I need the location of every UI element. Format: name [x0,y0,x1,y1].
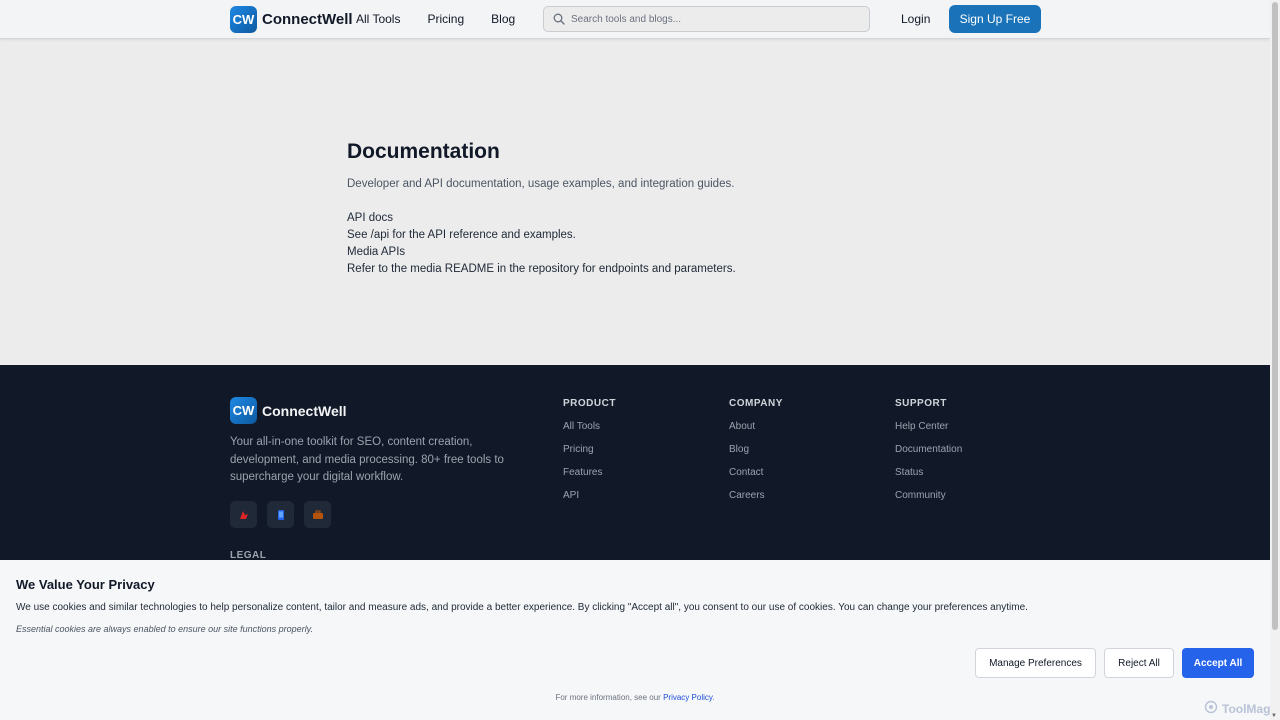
footer-col-support: SUPPORT Help Center Documentation Status… [895,398,962,513]
cookie-more-suffix: . [712,693,715,702]
cookie-body: We use cookies and similar technologies … [16,602,1028,613]
manage-preferences-button[interactable]: Manage Preferences [975,648,1096,678]
page-title: Documentation [347,140,500,163]
cookie-banner: We Value Your Privacy We use cookies and… [0,560,1270,720]
logo-text: ConnectWell [262,11,353,28]
page-subtitle: Developer and API documentation, usage e… [347,178,735,190]
login-link[interactable]: Login [901,12,930,26]
doc-text-api: See /api for the API reference and examp… [347,229,576,241]
cookie-title: We Value Your Privacy [16,577,155,592]
scroll-down-arrow-icon[interactable]: ▼ [1271,713,1277,719]
footer-link-help-center[interactable]: Help Center [895,421,962,432]
scrollbar-thumb[interactable] [1272,2,1278,630]
search-box[interactable] [543,6,870,32]
footer-link-status[interactable]: Status [895,467,962,478]
cookie-more-prefix: For more information, see our [555,693,664,702]
footer-col-company: COMPANY About Blog Contact Careers [729,398,783,513]
signup-button[interactable]: Sign Up Free [949,5,1041,33]
doc-text-media: Refer to the media README in the reposit… [347,263,736,275]
search-icon [552,13,565,26]
main-nav: All Tools Pricing Blog [356,12,515,26]
watermark: ToolMage [1204,700,1277,717]
footer-col-product: PRODUCT All Tools Pricing Features API [563,398,616,513]
footer-heading-product: PRODUCT [563,398,616,409]
footer-link-api[interactable]: API [563,490,616,501]
footer-description: Your all-in-one toolkit for SEO, content… [230,436,504,483]
doc-heading-media: Media APIs [347,246,406,258]
watermark-text: ToolMage [1222,701,1278,716]
footer-link-features[interactable]: Features [563,467,616,478]
footer-link-pricing[interactable]: Pricing [563,444,616,455]
footer-logo-badge: CW [230,397,257,424]
red-icon[interactable] [230,501,257,528]
doc-heading-api: API docs [347,212,394,224]
nav-all-tools[interactable]: All Tools [356,12,400,26]
footer-heading-company: COMPANY [729,398,783,409]
reject-all-button[interactable]: Reject All [1104,648,1174,678]
main-content: Documentation Developer and API document… [347,140,947,278]
footer-logo[interactable]: CW ConnectWell [230,397,347,424]
cookie-note: Essential cookies are always enabled to … [16,624,313,634]
footer-logo-text: ConnectWell [262,402,347,419]
header-logo[interactable]: CW ConnectWell [230,6,353,33]
cookie-more-info: For more information, see our Privacy Po… [0,693,1270,702]
footer-link-contact[interactable]: Contact [729,467,783,478]
logo-badge: CW [230,6,257,33]
footer-link-all-tools[interactable]: All Tools [563,421,616,432]
social-links [230,501,331,528]
blue-device-icon[interactable] [267,501,294,528]
site-header: CW ConnectWell All Tools Pricing Blog Lo… [0,0,1270,39]
watermark-logo-icon [1204,700,1218,717]
nav-blog[interactable]: Blog [491,12,515,26]
briefcase-icon[interactable] [304,501,331,528]
footer-link-documentation[interactable]: Documentation [895,444,962,455]
footer-link-community[interactable]: Community [895,490,962,501]
footer-link-about[interactable]: About [729,421,783,432]
privacy-policy-link[interactable]: Privacy Policy [663,693,712,702]
footer-link-careers[interactable]: Careers [729,490,783,501]
search-input[interactable] [571,13,851,25]
page-scrollbar[interactable]: ▼ [1270,0,1280,720]
footer-link-blog[interactable]: Blog [729,444,783,455]
accept-all-button[interactable]: Accept All [1182,648,1254,678]
footer-heading-support: SUPPORT [895,398,947,409]
nav-pricing[interactable]: Pricing [427,12,464,26]
